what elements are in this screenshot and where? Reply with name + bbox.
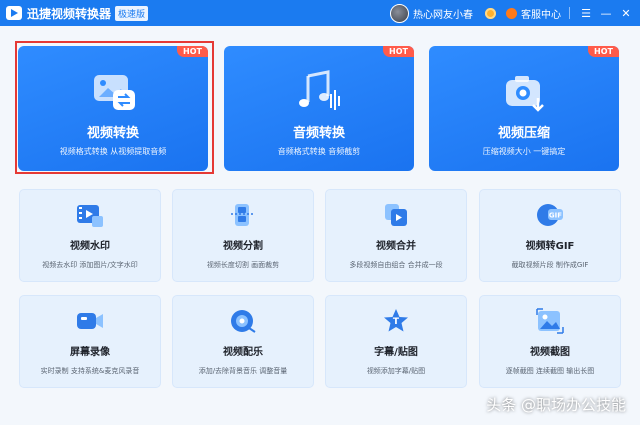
close-button[interactable]: ✕ — [616, 3, 636, 23]
tool-title: 视频水印 — [20, 237, 160, 252]
tool-video-merge[interactable]: 视频合并 多段视频自由组合 合并成一段 — [325, 189, 467, 282]
edition-badge: 极速版 — [115, 6, 148, 21]
camera-compress-icon — [504, 72, 546, 114]
card-title: 视频转换 — [18, 122, 208, 141]
tool-desc: 截取视频片段 制作成GIF — [480, 260, 620, 270]
card-title: 音频转换 — [224, 122, 414, 141]
tool-desc: 实时录制 支持系统&麦克风录音 — [20, 366, 160, 376]
tool-title: 字幕/贴图 — [326, 343, 466, 358]
svg-text:GIF: GIF — [549, 212, 562, 220]
tool-title: 屏幕录像 — [20, 343, 160, 358]
split-icon — [229, 202, 257, 228]
card-desc: 压缩视频大小 一键搞定 — [429, 146, 619, 157]
screenshot-icon — [536, 308, 564, 334]
tool-video-watermark[interactable]: 视频水印 视频去水印 添加图片/文字水印 — [19, 189, 161, 282]
star-sticker-icon: T — [382, 308, 410, 334]
username-label[interactable]: 热心网友小春 — [413, 6, 473, 21]
tool-title: 视频合并 — [326, 237, 466, 252]
hot-badge: HOT — [588, 46, 619, 57]
menu-icon[interactable]: ☰ — [576, 3, 596, 23]
card-video-convert[interactable]: HOT 视频转换 视频格式转换 从视频提取音频 — [18, 46, 208, 171]
card-title: 视频压缩 — [429, 122, 619, 141]
tool-desc: 视频去水印 添加图片/文字水印 — [20, 260, 160, 270]
film-watermark-icon — [76, 202, 104, 228]
tool-video-music[interactable]: 视频配乐 添加/去除背景音乐 调整音量 — [172, 295, 314, 388]
tool-video-split[interactable]: 视频分割 视频长度切割 画面裁剪 — [172, 189, 314, 282]
avatar[interactable] — [390, 4, 409, 23]
tool-title: 视频配乐 — [173, 343, 313, 358]
vip-icon[interactable] — [485, 8, 496, 19]
hot-badge: HOT — [177, 46, 208, 57]
card-video-compress[interactable]: HOT 视频压缩 压缩视频大小 一键搞定 — [429, 46, 619, 171]
tool-desc: 视频长度切割 画面裁剪 — [173, 260, 313, 270]
minimize-button[interactable]: — — [596, 3, 616, 23]
card-audio-convert[interactable]: HOT 音频转换 音频格式转换 音频截剪 — [224, 46, 414, 171]
music-disc-icon — [229, 308, 257, 334]
tool-desc: 添加/去除背景音乐 调整音量 — [173, 366, 313, 376]
merge-icon — [382, 202, 410, 228]
watermark-text: 头条 @职场办公技能 — [486, 394, 626, 415]
gif-icon: GIF — [536, 202, 564, 228]
customer-service-link[interactable]: 客服中心 — [521, 6, 561, 21]
tool-desc: 视频添加字幕/贴图 — [326, 366, 466, 376]
camera-record-icon — [76, 308, 104, 334]
customer-service-icon[interactable] — [506, 8, 517, 19]
divider — [569, 7, 570, 19]
card-desc: 音频格式转换 音频截剪 — [224, 146, 414, 157]
svg-text:T: T — [393, 317, 400, 327]
tool-screen-record[interactable]: 屏幕录像 实时录制 支持系统&麦克风录音 — [19, 295, 161, 388]
hot-badge: HOT — [383, 46, 414, 57]
tool-title: 视频分割 — [173, 237, 313, 252]
title-bar: 迅捷视频转换器 极速版 热心网友小春 客服中心 ☰ — ✕ — [0, 0, 640, 26]
app-title: 迅捷视频转换器 — [27, 5, 111, 22]
app-logo-icon — [6, 6, 22, 20]
card-desc: 视频格式转换 从视频提取音频 — [18, 146, 208, 157]
tool-subtitle-sticker[interactable]: T 字幕/贴图 视频添加字幕/贴图 — [325, 295, 467, 388]
tool-video-screenshot[interactable]: 视频截图 逐帧截图 连续截图 输出长图 — [479, 295, 621, 388]
tool-title: 视频截图 — [480, 343, 620, 358]
tool-desc: 逐帧截图 连续截图 输出长图 — [480, 366, 620, 376]
tool-title: 视频转GIF — [480, 237, 620, 252]
tool-video-to-gif[interactable]: GIF 视频转GIF 截取视频片段 制作成GIF — [479, 189, 621, 282]
music-note-icon — [298, 70, 342, 112]
tool-desc: 多段视频自由组合 合并成一段 — [326, 260, 466, 270]
video-convert-icon — [93, 72, 137, 112]
